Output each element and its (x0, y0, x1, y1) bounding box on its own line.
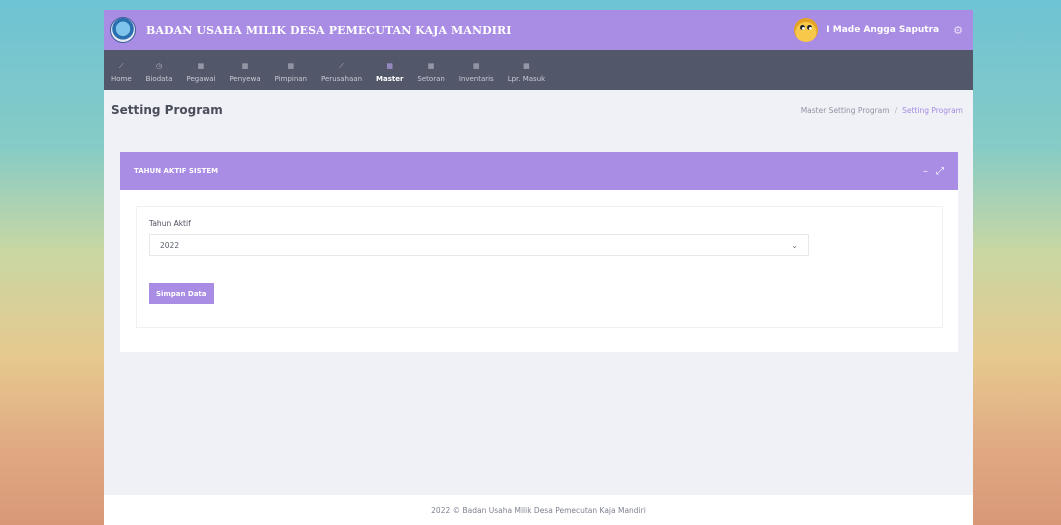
active-year-select[interactable]: 2022 ⌄ (149, 234, 809, 256)
gear-icon[interactable]: ⚙ (953, 24, 963, 37)
card-title: TAHUN AKTIF SISTEM (134, 167, 219, 175)
nav-label: Penyewa (229, 75, 261, 83)
expand-icon[interactable]: ⤢ (936, 166, 944, 177)
save-button[interactable]: Simpan Data (149, 283, 214, 304)
breadcrumb-current: Setting Program (902, 105, 963, 115)
grid-icon: ▦ (197, 62, 205, 70)
nav-label: Setoran (417, 75, 445, 83)
nav-item-pimpinan[interactable]: ▦ Pimpinan (268, 62, 314, 83)
grid-icon: ▦ (287, 62, 295, 70)
tool-icon: ⟋ (339, 62, 344, 70)
nav-label: Pimpinan (274, 75, 308, 83)
nav-item-setoran[interactable]: ▦ Setoran (410, 62, 451, 83)
user-avatar[interactable] (794, 18, 819, 42)
grid-icon: ▦ (472, 62, 480, 70)
clock-icon: ◷ (156, 62, 163, 70)
nav-item-pegawai[interactable]: ▦ Pegawai (179, 62, 222, 83)
chevron-down-icon: ⌄ (791, 240, 798, 250)
page-header: Setting Program Master Setting Program / S… (104, 90, 973, 130)
breadcrumb-separator: / (894, 105, 898, 115)
active-year-label: Tahun Aktif (149, 219, 191, 228)
minimize-icon[interactable]: – (923, 166, 928, 177)
nav-item-home[interactable]: ⟋ Home (104, 62, 139, 83)
nav-label: Master (376, 75, 404, 83)
nav-label: Pegawai (186, 75, 216, 83)
selected-year: 2022 (160, 240, 180, 250)
nav-label: Biodata (145, 75, 173, 83)
breadcrumb: Master Setting Program / Setting Program (801, 106, 963, 115)
bumdes-logo (110, 17, 136, 43)
main-nav: ⟋ Home ◷ Biodata ▦ Pegawai ▦ Penyewa ▦ P… (104, 50, 973, 90)
nav-item-penyewa[interactable]: ▦ Penyewa (222, 62, 267, 83)
grid-icon: ▦ (241, 62, 249, 70)
card-tools: – ⤢ (915, 166, 944, 177)
grid-icon: ▦ (523, 62, 530, 70)
grid-icon: ▦ (427, 62, 435, 70)
page-title: Setting Program (111, 103, 223, 117)
app-window: BADAN USAHA MILIK DESA PEMECUTAN KAJA MA… (104, 10, 973, 525)
nav-item-biodata[interactable]: ◷ Biodata (139, 62, 180, 83)
user-name[interactable]: I Made Angga Saputra (826, 25, 939, 35)
nav-item-lpr-masuk[interactable]: ▦ Lpr. Masuk (501, 62, 553, 83)
card-header: TAHUN AKTIF SISTEM – ⤢ (120, 152, 958, 190)
nav-label: Home (111, 75, 132, 83)
nav-item-perusahaan[interactable]: ⟋ Perusahaan (314, 62, 369, 83)
nav-label: Lpr. Masuk (507, 75, 546, 83)
grid-icon: ▦ (386, 62, 394, 70)
user-menu[interactable]: I Made Angga Saputra ⚙ (794, 18, 963, 42)
tool-icon: ⟋ (118, 62, 124, 70)
topbar: BADAN USAHA MILIK DESA PEMECUTAN KAJA MA… (104, 10, 973, 50)
app-title: BADAN USAHA MILIK DESA PEMECUTAN KAJA MA… (146, 23, 512, 37)
footer: 2022 © Badan Usaha Milik Desa Pemecutan … (104, 495, 973, 525)
active-year-card: TAHUN AKTIF SISTEM – ⤢ Tahun Aktif 2022 … (120, 152, 958, 352)
form-box: Tahun Aktif 2022 ⌄ Simpan Data (136, 206, 943, 328)
nav-label: Inventaris (458, 75, 494, 83)
nav-item-inventaris[interactable]: ▦ Inventaris (452, 62, 501, 83)
nav-item-master[interactable]: ▦ Master (369, 62, 410, 83)
breadcrumb-parent[interactable]: Master Setting Program (801, 106, 890, 115)
nav-label: Perusahaan (321, 75, 363, 83)
